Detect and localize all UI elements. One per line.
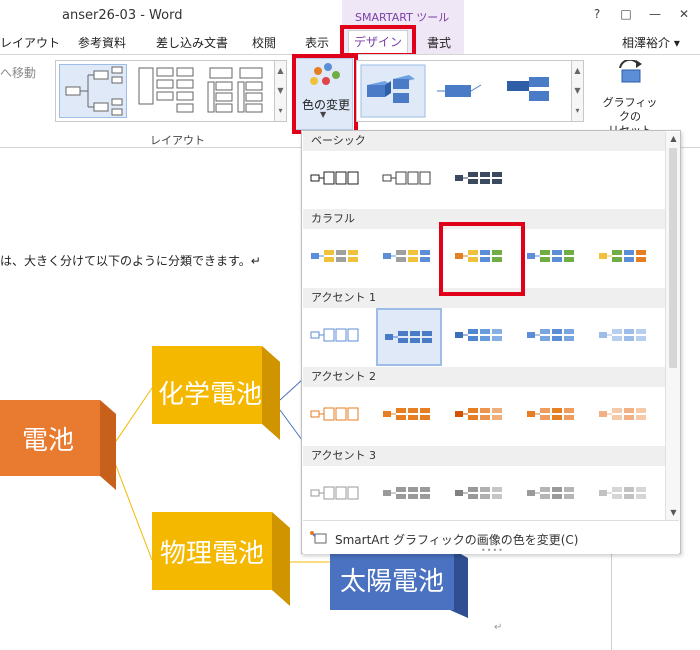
- color-scheme-preview-icon: [527, 487, 574, 499]
- color-scheme-preview-icon: [599, 329, 646, 341]
- layout-thumb-hierarchy-horizontal[interactable]: [59, 64, 127, 118]
- node-physical-label: 物理電池: [159, 538, 264, 569]
- reset-graphic-icon: [619, 60, 642, 83]
- color-scheme-option[interactable]: [448, 151, 514, 209]
- color-scheme-option[interactable]: [304, 229, 370, 287]
- scroll-up-icon[interactable]: ▲: [666, 132, 681, 146]
- scroll-up-icon[interactable]: ▲: [572, 61, 583, 81]
- color-scheme-option[interactable]: [376, 151, 442, 209]
- scroll-down-icon[interactable]: ▼: [275, 81, 286, 101]
- highlight-frame-change-colors: [292, 54, 358, 134]
- ribbon-display-options-button[interactable]: □: [614, 4, 638, 24]
- node-root-battery[interactable]: 電池: [0, 400, 118, 492]
- tab-view[interactable]: 表示: [305, 34, 329, 51]
- section-header: アクセント 2: [303, 367, 665, 387]
- change-colors-dropdown: ベーシック カラフル アクセント 1 アクセント 2 アクセント 3 ▲ ▼ Smart…: [301, 130, 681, 555]
- color-scheme-preview-icon: [383, 487, 430, 499]
- scrollbar-thumb[interactable]: [669, 148, 677, 368]
- highlight-frame-design-tab: [340, 25, 416, 57]
- color-scheme-preview-icon: [527, 329, 574, 341]
- node-chemical-label: 化学電池: [157, 379, 262, 410]
- recolor-pictures-label: SmartArt グラフィックの画像の色を変更(C): [335, 533, 579, 547]
- tab-mailings[interactable]: 差し込み文書: [156, 34, 228, 51]
- color-scheme-preview-icon: [382, 171, 431, 185]
- color-scheme-preview-icon: [310, 171, 359, 185]
- minimize-button[interactable]: —: [643, 4, 667, 24]
- color-scheme-option[interactable]: [592, 308, 658, 366]
- tab-format[interactable]: 書式: [427, 34, 451, 51]
- tab-review[interactable]: 校閲: [252, 34, 276, 51]
- color-scheme-preview-icon: [310, 328, 359, 342]
- scroll-down-icon[interactable]: ▼: [572, 81, 583, 101]
- tab-layout[interactable]: レイアウト: [0, 34, 60, 51]
- scroll-up-icon[interactable]: ▲: [275, 61, 286, 81]
- styles-gallery-scrollbar[interactable]: ▲ ▼ ▾: [571, 61, 583, 121]
- window-title: anser26-03 - Word: [62, 8, 183, 23]
- move-to-label[interactable]: へ移動: [0, 64, 36, 81]
- color-scheme-option[interactable]: [592, 229, 658, 287]
- color-scheme-preview-icon: [385, 331, 432, 343]
- layout-thumb-table-hierarchy[interactable]: [204, 64, 272, 118]
- color-scheme-preview-icon: [311, 250, 358, 262]
- color-scheme-option[interactable]: [520, 387, 586, 445]
- user-account[interactable]: 相澤裕介 ▾: [622, 34, 680, 51]
- color-scheme-preview-icon: [383, 408, 430, 420]
- layout-gallery[interactable]: ▲ ▼ ▾: [55, 60, 287, 122]
- page-margin-line: [611, 552, 612, 650]
- color-scheme-preview-icon: [455, 408, 502, 420]
- color-scheme-preview-icon: [455, 487, 502, 499]
- recolor-pictures-icon: [310, 531, 327, 544]
- color-scheme-preview-icon: [455, 172, 502, 184]
- highlight-frame-colorful-option: [439, 222, 525, 296]
- color-scheme-option[interactable]: [304, 466, 370, 524]
- color-scheme-option[interactable]: [304, 308, 370, 366]
- color-scheme-option[interactable]: [592, 466, 658, 524]
- color-scheme-preview-icon: [527, 408, 574, 420]
- color-scheme-preview-icon: [310, 486, 359, 500]
- node-solar-battery[interactable]: 太陽電池: [330, 548, 475, 624]
- tab-references[interactable]: 参考資料: [78, 34, 126, 51]
- color-scheme-preview-icon: [599, 250, 646, 262]
- node-solar-label: 太陽電池: [339, 566, 444, 597]
- color-scheme-preview-icon: [455, 329, 502, 341]
- gallery-more-icon[interactable]: ▾: [572, 101, 583, 121]
- resize-grip-icon[interactable]: ••••: [481, 546, 504, 555]
- node-physical-battery[interactable]: 物理電池: [152, 512, 292, 608]
- color-scheme-option[interactable]: [520, 229, 586, 287]
- node-root-label: 電池: [21, 425, 74, 456]
- section-header: アクセント 3: [303, 446, 665, 466]
- document-body-text[interactable]: は、大きく分けて以下のように分類できます。↵: [0, 252, 261, 269]
- color-scheme-option[interactable]: [304, 387, 370, 445]
- color-scheme-preview-icon: [599, 487, 646, 499]
- color-scheme-option[interactable]: [304, 151, 370, 209]
- color-scheme-option[interactable]: [448, 466, 514, 524]
- scroll-down-icon[interactable]: ▼: [666, 506, 681, 520]
- color-scheme-option[interactable]: [448, 387, 514, 445]
- node-chemical-battery[interactable]: 化学電池: [152, 346, 282, 442]
- paragraph-mark: ↵: [494, 622, 503, 633]
- color-scheme-option[interactable]: [376, 387, 442, 445]
- gallery-more-icon[interactable]: ▾: [275, 101, 286, 121]
- color-scheme-option[interactable]: [376, 308, 442, 366]
- smartart-styles-gallery[interactable]: ▲ ▼ ▾: [356, 60, 584, 122]
- color-scheme-preview-icon: [310, 407, 359, 421]
- recolor-pictures-option[interactable]: SmartArt グラフィックの画像の色を変更(C) ••••: [303, 520, 679, 555]
- layout-group-label: レイアウト: [150, 134, 205, 147]
- section-header: ベーシック: [303, 131, 665, 151]
- color-scheme-preview-icon: [527, 250, 574, 262]
- color-scheme-option[interactable]: [520, 466, 586, 524]
- smartart-tools-label: SMARTART ツール: [355, 11, 450, 24]
- color-scheme-option[interactable]: [376, 229, 442, 287]
- close-button[interactable]: ✕: [672, 4, 696, 24]
- color-scheme-option[interactable]: [520, 308, 586, 366]
- dropdown-scrollbar[interactable]: ▲ ▼: [665, 132, 680, 520]
- layout-thumb-hierarchy-list[interactable]: [135, 64, 203, 118]
- layout-gallery-scrollbar[interactable]: ▲ ▼ ▾: [274, 61, 286, 121]
- color-scheme-option[interactable]: [592, 387, 658, 445]
- color-scheme-option[interactable]: [376, 466, 442, 524]
- color-scheme-preview-icon: [599, 408, 646, 420]
- color-scheme-preview-icon: [383, 250, 430, 262]
- color-scheme-option[interactable]: [448, 308, 514, 366]
- help-button[interactable]: ?: [585, 4, 609, 24]
